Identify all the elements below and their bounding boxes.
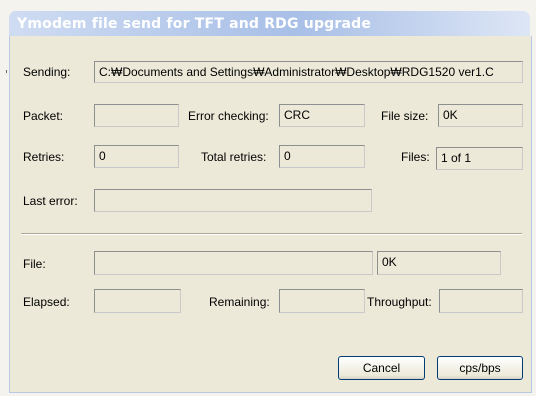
total-retries-label: Total retries: bbox=[201, 150, 267, 164]
window-title: Ymodem file send for TFT and RDG upgrade bbox=[17, 16, 372, 32]
dialog-body bbox=[9, 36, 532, 393]
file-bytes-field: 0K bbox=[377, 251, 501, 275]
error-checking-label: Error checking: bbox=[188, 109, 269, 123]
sending-path-field: C:₩Documents and Settings₩Administrator₩… bbox=[94, 61, 523, 83]
files-label: Files: bbox=[401, 150, 430, 164]
ymodem-dialog: Ymodem file send for TFT and RDG upgrade… bbox=[0, 0, 536, 396]
cancel-button[interactable]: Cancel bbox=[338, 356, 425, 380]
file-size-field: 0K bbox=[438, 104, 523, 127]
remaining-label: Remaining: bbox=[209, 295, 270, 309]
packet-label: Packet: bbox=[23, 109, 64, 123]
edge-mark bbox=[6, 70, 7, 73]
last-error-label: Last error: bbox=[23, 194, 78, 208]
section-divider bbox=[21, 233, 522, 235]
packet-field bbox=[94, 104, 179, 127]
remaining-field bbox=[279, 289, 365, 313]
retries-label: Retries: bbox=[23, 150, 65, 164]
file-label: File: bbox=[23, 257, 46, 271]
sending-label: Sending: bbox=[23, 65, 71, 79]
file-progress-bar bbox=[94, 251, 373, 275]
throughput-label: Throughput: bbox=[367, 295, 432, 309]
last-error-field bbox=[94, 189, 372, 212]
cps-bps-button[interactable]: cps/bps bbox=[437, 356, 523, 380]
files-field: 1 of 1 bbox=[436, 147, 523, 170]
elapsed-field bbox=[94, 289, 181, 313]
elapsed-label: Elapsed: bbox=[23, 295, 70, 309]
throughput-field bbox=[439, 289, 523, 313]
total-retries-field: 0 bbox=[279, 145, 365, 168]
file-size-label: File size: bbox=[381, 109, 429, 123]
error-checking-field: CRC bbox=[279, 104, 365, 127]
retries-field: 0 bbox=[94, 145, 179, 168]
